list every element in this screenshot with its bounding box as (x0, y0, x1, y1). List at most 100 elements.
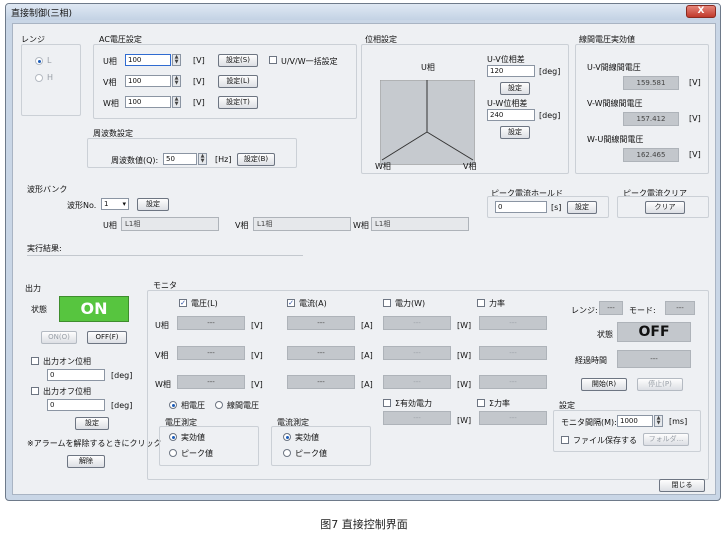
uw-phase-set-button[interactable]: 設定 (500, 126, 530, 139)
uw-phase-input[interactable]: 240 (487, 109, 535, 121)
uv-phase-input[interactable]: 120 (487, 65, 535, 77)
waveform-u-value: L1相 (121, 217, 219, 231)
voltage-peak-radio[interactable] (169, 449, 177, 457)
output-on-button[interactable]: ON(O) (41, 331, 77, 344)
output-off-phase-input[interactable]: 0 (47, 399, 105, 411)
monitor-pf-checkbox[interactable] (477, 299, 485, 307)
monitor-stop-button[interactable]: 停止(P) (637, 378, 683, 391)
waveform-u-label: U相 (103, 221, 117, 230)
monitor-w-voltage-unit: [V] (251, 380, 263, 389)
monitor-state-label: 状態 (597, 330, 613, 339)
title-bar: 直接制御(三相) X (6, 4, 720, 20)
folder-button[interactable]: フォルダ... (643, 433, 689, 446)
frequency-label: 周波数値(Q): (111, 156, 159, 165)
batch-set-label: U/V/W一括設定 (281, 57, 338, 66)
current-effective-radio[interactable] (283, 433, 291, 441)
w-voltage-spin[interactable]: ▲ ▼ (172, 96, 181, 108)
output-off-phase-checkbox[interactable] (31, 387, 39, 395)
line-voltage-radio-label: 線間電圧 (227, 401, 259, 410)
u-voltage-spin[interactable]: ▲ ▼ (172, 54, 181, 66)
alarm-release-button[interactable]: 解除 (67, 455, 105, 468)
alarm-note: ※アラームを解除するときにクリック (27, 439, 162, 448)
sigma-pf-checkbox[interactable] (477, 399, 485, 407)
monitor-v-power: --- (383, 346, 451, 360)
waveform-no-select[interactable]: 1 ▾ (101, 198, 129, 210)
u-voltage-input[interactable]: 100 (125, 54, 171, 66)
voltage-effective-label: 実効値 (181, 433, 205, 442)
monitor-u-power-unit: [W] (457, 321, 472, 330)
elapsed-time-value: --- (617, 350, 691, 368)
v-voltage-label: V相 (103, 78, 117, 87)
uv-phase-set-button[interactable]: 設定 (500, 82, 530, 95)
monitor-u-pf: --- (479, 316, 547, 330)
range-h-radio[interactable] (35, 74, 43, 82)
current-meas-group (271, 426, 371, 466)
frequency-unit: [Hz] (215, 155, 232, 164)
peak-hold-set-button[interactable]: 設定 (567, 201, 597, 214)
phase-voltage-label: 相電圧 (181, 401, 205, 410)
frequency-spin[interactable]: ▲ ▼ (198, 153, 207, 165)
batch-set-checkbox[interactable] (269, 56, 277, 64)
uw-phase-label: U-W位相差 (487, 99, 528, 108)
voltage-effective-radio[interactable] (169, 433, 177, 441)
monitor-current-checkbox[interactable]: ✓ (287, 299, 295, 307)
monitor-w-pf: --- (479, 375, 547, 389)
peak-hold-input[interactable]: 0 (495, 201, 547, 213)
monitor-voltage-checkbox[interactable]: ✓ (179, 299, 187, 307)
w-voltage-unit: [V] (193, 98, 205, 107)
save-file-label: ファイル保存する (573, 436, 637, 445)
voltage-peak-label: ピーク値 (181, 449, 213, 458)
v-voltage-input[interactable]: 100 (125, 75, 171, 87)
frequency-set-button[interactable]: 設定(B) (237, 153, 275, 166)
monitor-power-checkbox[interactable] (383, 299, 391, 307)
w-voltage-set-button[interactable]: 設定(T) (218, 96, 258, 109)
v-voltage-unit: [V] (193, 77, 205, 86)
monitor-v-voltage: --- (177, 346, 245, 360)
monitor-start-button[interactable]: 開始(R) (581, 378, 627, 391)
waveform-v-value: L1相 (253, 217, 351, 231)
current-effective-label: 実効値 (295, 433, 319, 442)
range-l-radio[interactable] (35, 57, 43, 65)
peak-clear-button[interactable]: クリア (645, 201, 685, 214)
monitor-u-power: --- (383, 316, 451, 330)
monitor-interval-unit: [ms] (669, 417, 688, 426)
close-button[interactable]: 閉じる (659, 479, 705, 492)
output-on-phase-checkbox[interactable] (31, 357, 39, 365)
sigma-power-checkbox[interactable] (383, 399, 391, 407)
uv-phase-unit: [deg] (539, 67, 561, 76)
monitor-interval-input[interactable]: 1000 (617, 415, 653, 427)
uw-phase-unit: [deg] (539, 111, 561, 120)
monitor-u-current: --- (287, 316, 355, 330)
wu-line-voltage-label: W-U間線間電圧 (587, 135, 644, 144)
line-voltage-radio[interactable] (215, 401, 223, 409)
u-voltage-set-button[interactable]: 設定(S) (218, 54, 258, 67)
v-voltage-spin[interactable]: ▲ ▼ (172, 75, 181, 87)
range-l-label: L (47, 56, 52, 65)
output-phase-set-button[interactable]: 設定 (75, 417, 109, 430)
range-h-label: H (47, 73, 54, 82)
phase-voltage-radio[interactable] (169, 401, 177, 409)
window-title: 直接制御(三相) (11, 9, 73, 19)
output-on-phase-label: 出力オン位相 (43, 357, 91, 366)
frequency-input[interactable]: 50 (163, 153, 197, 165)
waveform-set-button[interactable]: 設定 (137, 198, 169, 211)
waveform-no-value: 1 (104, 200, 109, 208)
chevron-down-icon: ▾ (122, 200, 126, 208)
output-on-phase-input[interactable]: 0 (47, 369, 105, 381)
v-voltage-set-button[interactable]: 設定(L) (218, 75, 258, 88)
current-peak-radio[interactable] (283, 449, 291, 457)
waveform-group-label: 波形バンク (27, 185, 68, 194)
phase-diagram (380, 80, 475, 165)
phase-v-label: V相 (463, 162, 477, 171)
output-off-button[interactable]: OFF(F) (87, 331, 127, 344)
monitor-v-voltage-unit: [V] (251, 351, 263, 360)
monitor-row-w-label: W相 (155, 380, 171, 389)
monitor-interval-spin[interactable]: ▲ ▼ (654, 415, 663, 427)
monitor-v-power-unit: [W] (457, 351, 472, 360)
w-voltage-input[interactable]: 100 (125, 96, 171, 108)
window-close-button[interactable]: X (686, 5, 716, 18)
output-state-indicator: ON (59, 296, 129, 322)
uv-line-voltage-unit: [V] (689, 78, 701, 87)
sigma-power-value: --- (383, 411, 451, 425)
save-file-checkbox[interactable] (561, 436, 569, 444)
